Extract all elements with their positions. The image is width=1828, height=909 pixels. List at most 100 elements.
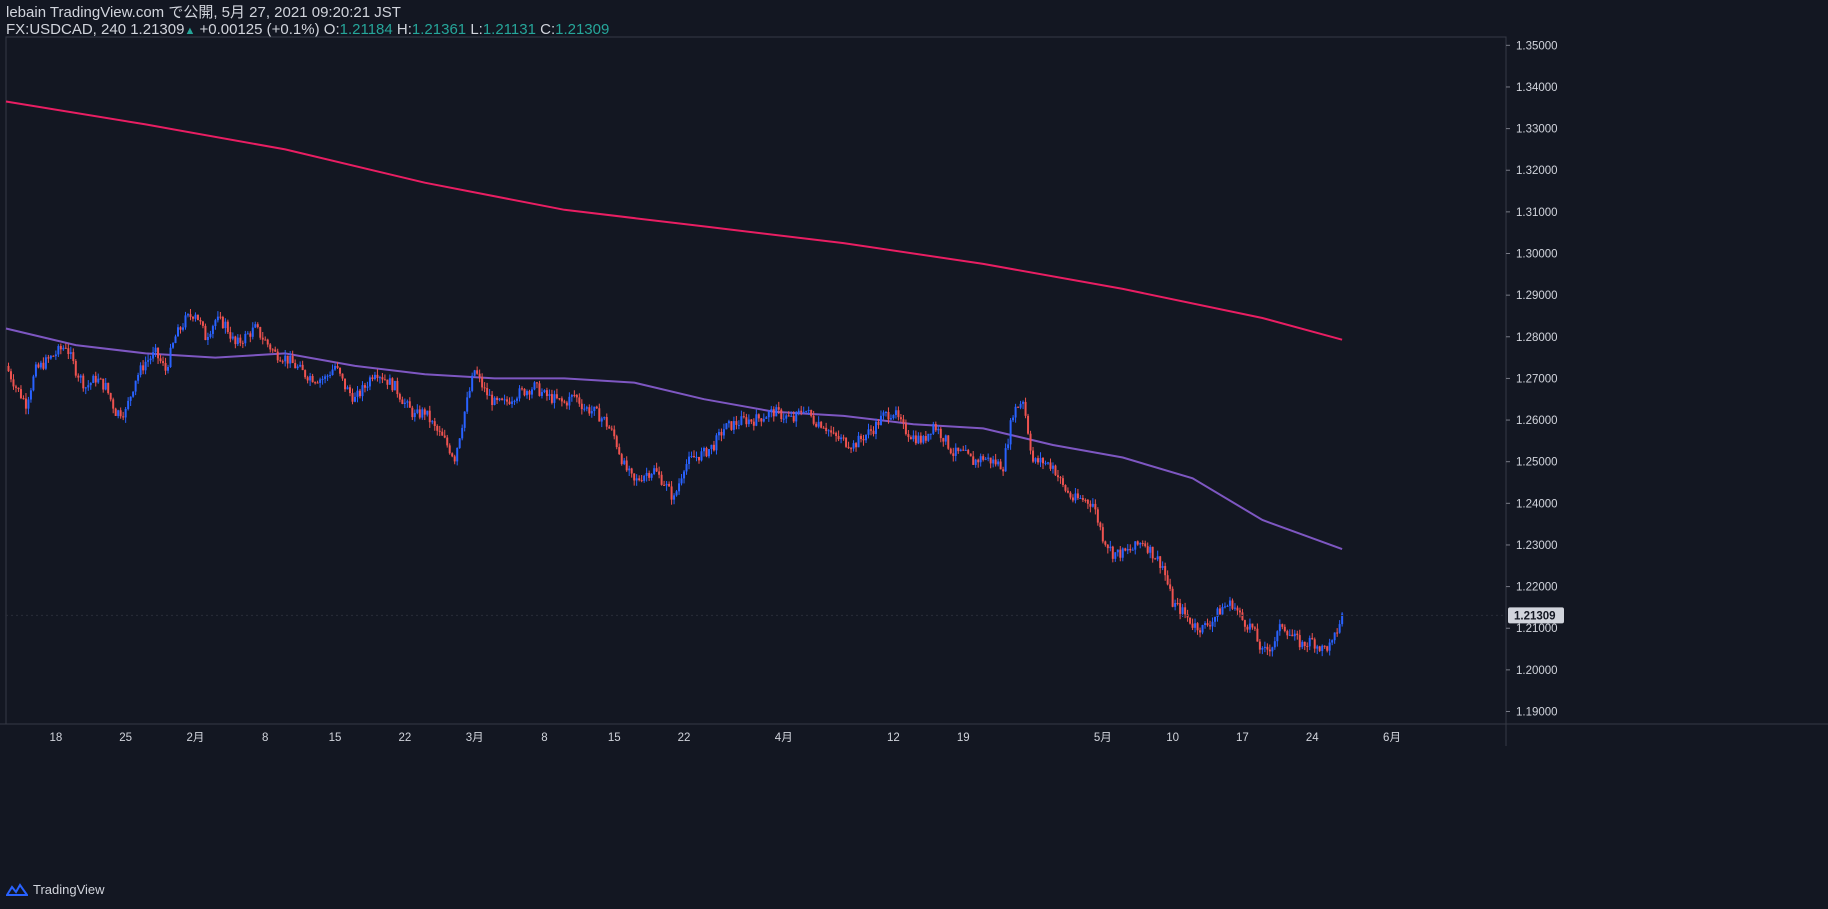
candle-body: [219, 316, 222, 318]
candle-body: [196, 314, 199, 321]
candle-body: [879, 415, 882, 426]
candle-body: [341, 373, 344, 379]
candle-body: [167, 366, 170, 371]
candle-body: [446, 437, 449, 446]
candle-body: [655, 468, 658, 472]
candle-body: [555, 394, 558, 399]
candle-body: [423, 409, 426, 415]
candle-body: [967, 449, 970, 454]
candle-body: [521, 388, 524, 390]
candle-body: [1124, 548, 1127, 551]
candle-body: [1154, 558, 1157, 560]
candle-body: [401, 399, 404, 404]
candle-body: [1119, 549, 1122, 558]
candle-body: [1066, 490, 1069, 493]
candle-body: [319, 379, 322, 383]
candle-body: [1204, 623, 1207, 625]
candle-body: [37, 364, 40, 368]
candle-body: [877, 421, 880, 426]
candle-body: [256, 324, 259, 328]
candle-body: [1323, 645, 1326, 647]
candle-body: [209, 333, 212, 337]
candle-body: [117, 410, 120, 416]
candle-body: [1246, 626, 1249, 630]
x-tick-label: 15: [329, 732, 342, 744]
candle-body: [1261, 648, 1264, 650]
candle-body: [231, 336, 234, 339]
candle-body: [1281, 624, 1284, 627]
candle-body: [658, 471, 661, 475]
candle-body: [762, 418, 765, 422]
candle-body: [179, 327, 182, 330]
x-tick-label: 24: [1306, 732, 1319, 744]
candle-body: [127, 400, 130, 409]
candle-body: [241, 342, 244, 344]
candle-body: [675, 491, 678, 496]
candle-body: [169, 347, 172, 367]
candle-body: [720, 431, 723, 436]
candle-body: [1161, 566, 1164, 568]
candle-body: [226, 321, 229, 333]
candle-body: [271, 349, 274, 351]
candle-body: [845, 437, 848, 447]
candle-body: [1236, 607, 1239, 611]
candle-body: [112, 399, 115, 409]
candle-body: [114, 408, 117, 416]
candle-body: [152, 352, 155, 359]
candle-body: [109, 393, 112, 400]
candle-body: [139, 365, 142, 375]
candle-body: [645, 472, 648, 476]
x-tick-label: 22: [678, 732, 691, 744]
candle-body: [613, 429, 616, 437]
candle-body: [1159, 556, 1162, 568]
candle-body: [822, 427, 825, 429]
candle-body: [1051, 465, 1054, 469]
candle-body: [865, 434, 868, 441]
candle-body: [259, 327, 262, 338]
candle-body: [406, 401, 409, 403]
candle-body: [1181, 607, 1184, 614]
candle-body: [1256, 628, 1259, 642]
candle-body: [934, 424, 937, 431]
candle-body: [598, 408, 601, 422]
candle-body: [42, 362, 45, 369]
candle-body: [842, 437, 845, 439]
candle-body: [411, 407, 414, 418]
candle-body: [67, 348, 70, 355]
candle-body: [533, 382, 536, 390]
candle-body: [24, 398, 27, 409]
candle-body: [660, 474, 663, 485]
candle-body: [1189, 617, 1192, 624]
last-price-label: 1.21309: [1514, 610, 1556, 622]
candle-body: [648, 472, 651, 478]
candle-body: [216, 316, 219, 321]
candle-body: [707, 449, 710, 457]
candle-body: [625, 460, 628, 471]
candle-body: [1027, 415, 1030, 434]
candle-body: [1214, 617, 1217, 622]
candle-body: [870, 429, 873, 431]
candle-body: [1009, 420, 1012, 445]
candle-body: [663, 484, 666, 486]
price-chart[interactable]: 1.35000 1.34000 1.33000 1.32000 1.31000 1.300…: [0, 0, 1828, 909]
candle-body: [211, 326, 214, 334]
candle-body: [702, 447, 705, 452]
candle-body: [710, 444, 713, 450]
candle-body: [47, 357, 50, 359]
candle-body: [902, 419, 905, 424]
candle-body: [1054, 465, 1057, 476]
y-tick-label: 1.29000: [1516, 290, 1558, 302]
candle-body: [575, 395, 578, 398]
candle-body: [331, 369, 334, 376]
y-tick-label: 1.21000: [1516, 623, 1558, 635]
candle-body: [994, 459, 997, 465]
candle-body: [1258, 641, 1261, 650]
candle-body: [1101, 527, 1104, 542]
candle-body: [102, 378, 105, 390]
candle-body: [164, 363, 167, 371]
candle-body: [1179, 603, 1182, 614]
candle-body: [289, 355, 292, 364]
candle-body: [433, 421, 436, 427]
tradingview-logo-icon: [6, 882, 28, 896]
candle-body: [615, 436, 618, 448]
